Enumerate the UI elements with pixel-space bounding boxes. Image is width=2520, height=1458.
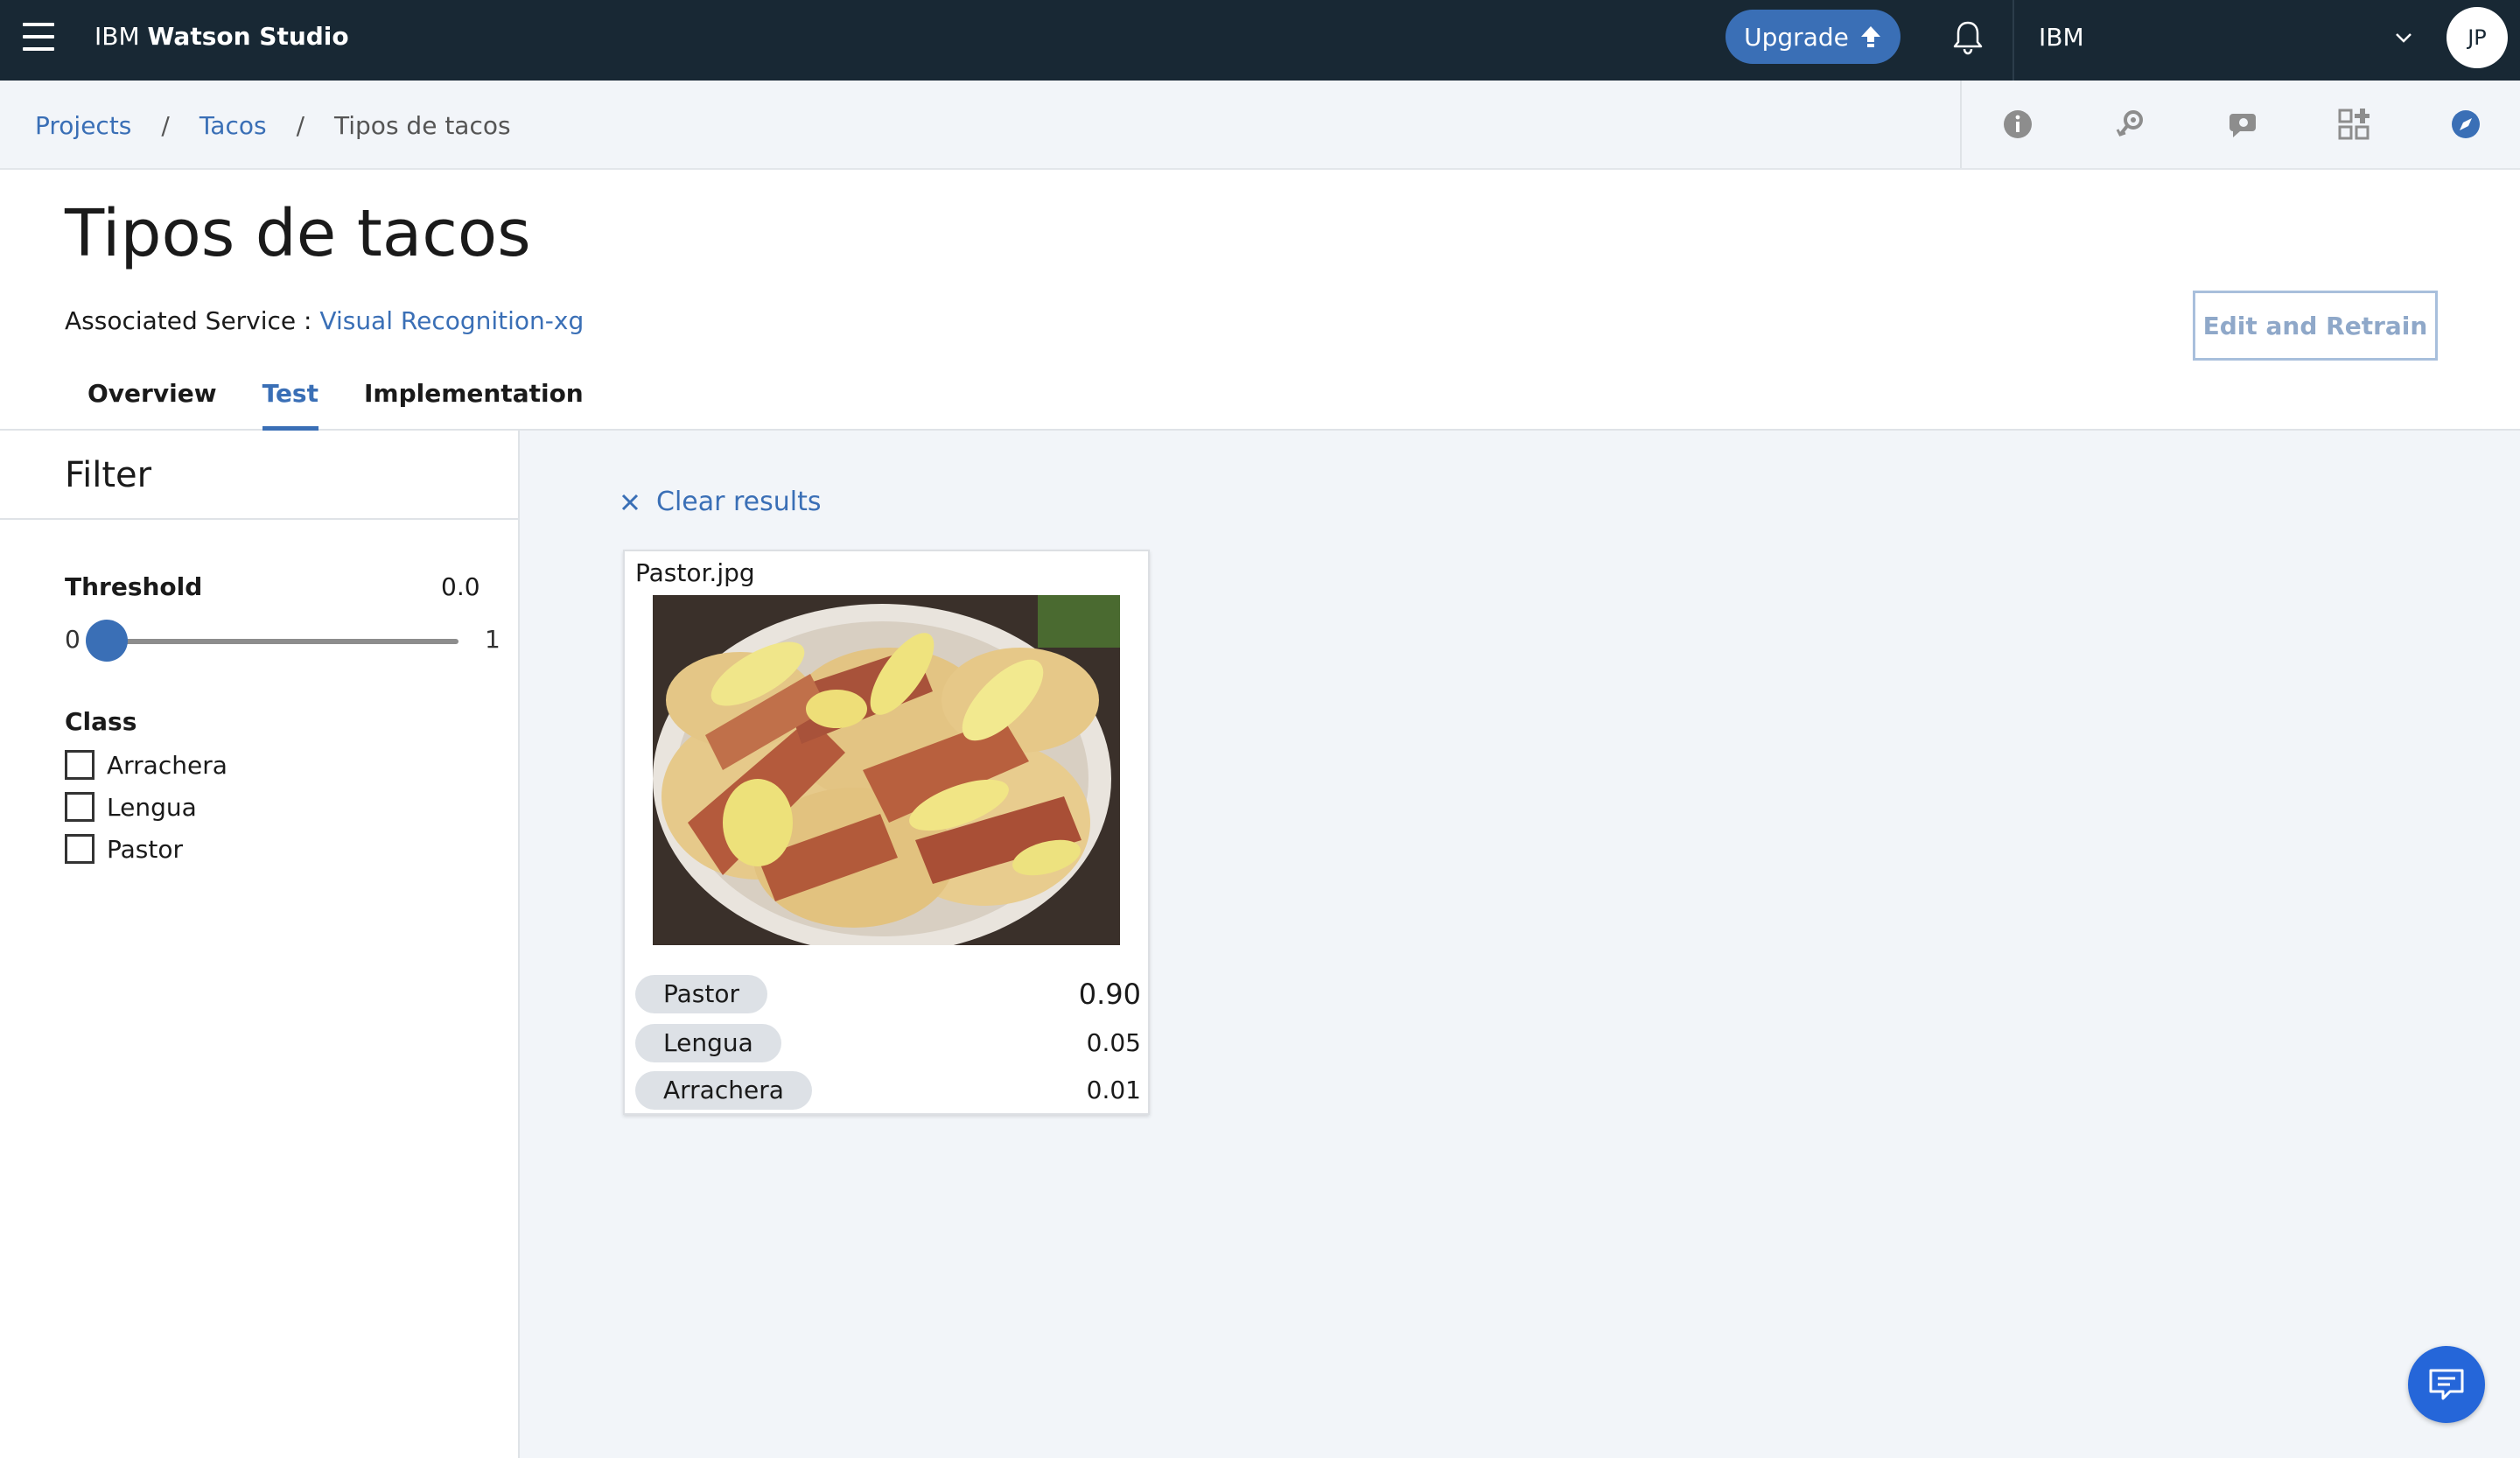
hamburger-menu-icon[interactable]	[23, 23, 54, 51]
checkbox[interactable]	[65, 792, 94, 822]
class-score: 0.90	[1078, 978, 1141, 1011]
tacos-photo-image	[653, 595, 1120, 945]
breadcrumb-current: Tipos de tacos	[334, 110, 511, 140]
clear-results-button[interactable]: Clear results	[620, 487, 822, 517]
info-icon[interactable]	[2000, 107, 2035, 142]
brand-name: Watson Studio	[147, 22, 349, 51]
upgrade-button[interactable]: Upgrade	[1726, 10, 1900, 64]
clear-results-label: Clear results	[656, 487, 822, 517]
toolbar-divider	[1960, 81, 1962, 168]
upgrade-label: Upgrade	[1744, 22, 1849, 52]
score-row: Lengua 0.05	[635, 1024, 1141, 1062]
chevron-down-icon	[2396, 33, 2412, 43]
associated-service-link[interactable]: Visual Recognition-xg	[319, 306, 584, 335]
breadcrumb-separator: /	[296, 110, 305, 140]
comments-icon[interactable]	[2224, 107, 2259, 142]
page-header: Tipos de tacos Associated Service : Visu…	[0, 170, 2520, 431]
associated-service-label: Associated Service :	[65, 306, 312, 335]
breadcrumb-separator: /	[161, 110, 170, 140]
product-brand[interactable]: IBM Watson Studio	[94, 0, 349, 81]
score-row: Pastor 0.90	[635, 975, 1141, 1013]
threshold-slider-handle[interactable]	[86, 620, 128, 662]
associated-service: Associated Service : Visual Recognition-…	[65, 306, 584, 335]
find-replace-icon[interactable]	[2112, 107, 2147, 142]
threshold-value: 0.0	[441, 572, 480, 601]
filter-title: Filter	[65, 455, 152, 495]
tab-overview[interactable]: Overview	[65, 376, 240, 431]
tab-test[interactable]: Test	[240, 376, 341, 431]
account-name: IBM	[2039, 23, 2084, 52]
close-icon	[621, 494, 639, 510]
edit-and-retrain-button[interactable]: Edit and Retrain	[2193, 291, 2438, 361]
threshold-label: Threshold	[65, 572, 203, 601]
score-row: Arrachera 0.01	[635, 1071, 1141, 1110]
class-checkbox-pastor[interactable]: Pastor	[65, 833, 183, 865]
class-checkbox-arrachera[interactable]: Arrachera	[65, 749, 228, 781]
top-nav-bar: IBM Watson Studio Upgrade IBM JP	[0, 0, 2520, 81]
notifications-bell-icon[interactable]	[1948, 18, 1988, 58]
page-title: Tipos de tacos	[65, 196, 531, 271]
filter-divider	[0, 518, 518, 520]
user-avatar[interactable]: JP	[2446, 7, 2508, 68]
class-tag[interactable]: Arrachera	[635, 1071, 812, 1110]
chat-button[interactable]	[2408, 1346, 2485, 1423]
asset-grid-icon[interactable]	[2336, 107, 2371, 142]
account-switcher[interactable]: IBM	[2039, 0, 2424, 81]
breadcrumb: Projects / Tacos / Tipos de tacos	[35, 81, 511, 170]
upgrade-arrow-icon	[1860, 26, 1880, 47]
threshold-slider-track[interactable]	[107, 639, 458, 644]
chat-icon	[2429, 1369, 2464, 1400]
class-label: Class	[65, 707, 137, 736]
compass-icon[interactable]	[2448, 107, 2483, 142]
tab-implementation[interactable]: Implementation	[341, 376, 606, 431]
class-score: 0.05	[1086, 1028, 1141, 1057]
class-tag[interactable]: Pastor	[635, 975, 767, 1013]
checkbox[interactable]	[65, 750, 94, 780]
class-checkbox-lengua[interactable]: Lengua	[65, 791, 197, 823]
brand-prefix: IBM	[94, 22, 140, 51]
filter-panel: Filter Threshold 0.0 0 1 Class Arrachera…	[0, 431, 520, 1458]
topbar-divider	[2012, 0, 2014, 81]
class-score: 0.01	[1086, 1076, 1141, 1104]
result-card: Pastor.jpg Pastor 0.90 Lengua 0.05 Arrac…	[623, 550, 1150, 1115]
breadcrumb-tacos[interactable]: Tacos	[200, 111, 267, 140]
result-file-name: Pastor.jpg	[635, 558, 755, 587]
tab-bar: Overview Test Implementation	[65, 376, 606, 431]
class-option-label: Arrachera	[107, 750, 228, 780]
slider-max-label: 1	[485, 625, 500, 654]
class-tag[interactable]: Lengua	[635, 1024, 781, 1062]
breadcrumb-bar: Projects / Tacos / Tipos de tacos	[0, 81, 2520, 170]
checkbox[interactable]	[65, 834, 94, 864]
breadcrumb-projects[interactable]: Projects	[35, 111, 131, 140]
class-option-label: Pastor	[107, 834, 183, 864]
class-option-label: Lengua	[107, 792, 197, 822]
slider-min-label: 0	[65, 625, 80, 654]
result-image	[653, 595, 1120, 945]
